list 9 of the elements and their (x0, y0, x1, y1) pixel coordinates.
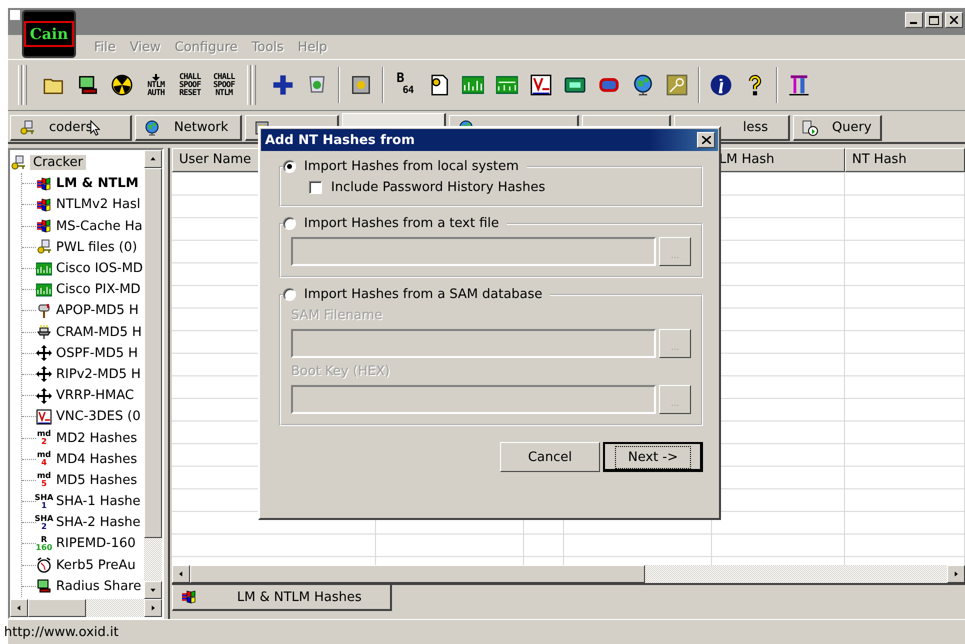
md-icon: md 2 (36, 430, 52, 446)
dialog-title: Add NT Hashes from (265, 132, 415, 148)
md-icon: md 5 (36, 472, 52, 488)
sha-icon: SHA 1 (36, 494, 52, 510)
ripemd-icon: R 160 (36, 536, 52, 552)
md-icon: md 4 (36, 451, 52, 468)
app-logo: Cain (22, 10, 76, 58)
status-text: http://www.oxid.it (4, 624, 119, 640)
sha-icon: SHA 2 (36, 514, 52, 531)
